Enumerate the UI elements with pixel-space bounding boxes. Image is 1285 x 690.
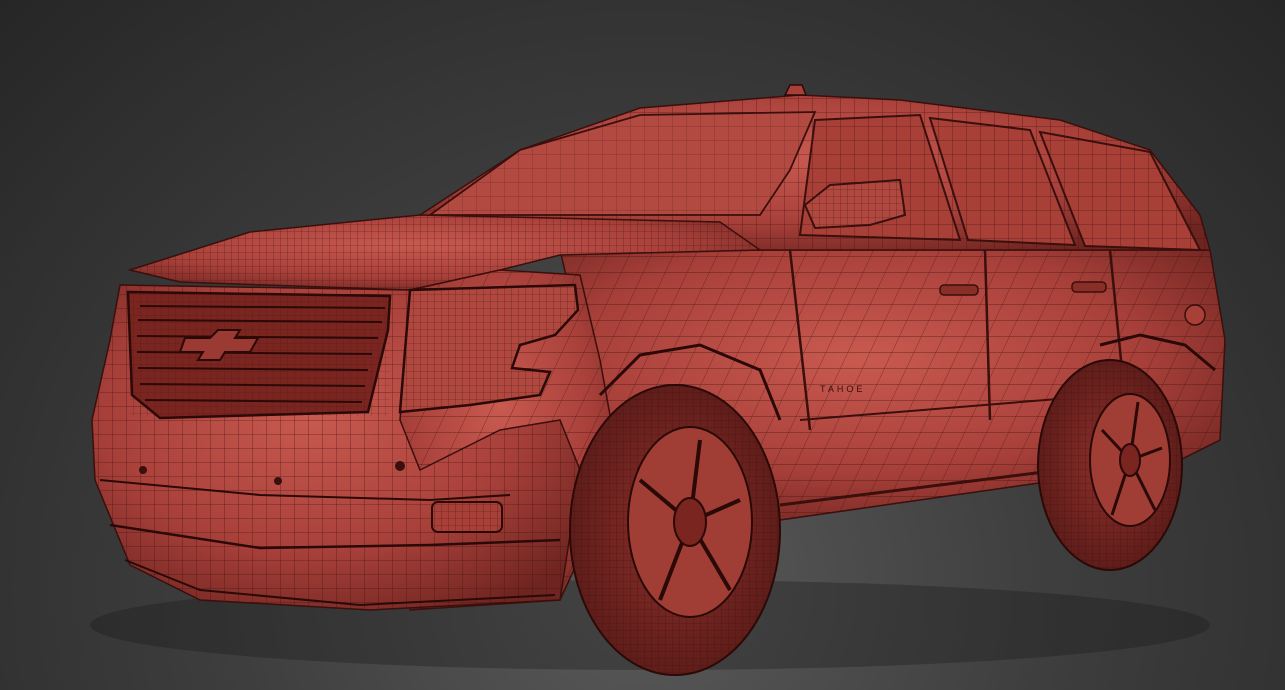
door-handle-front bbox=[939, 284, 979, 296]
3d-viewport[interactable]: TAHOE bbox=[0, 0, 1285, 690]
roof-antenna bbox=[783, 84, 808, 96]
rear-hub bbox=[1119, 443, 1141, 477]
parking-sensor bbox=[139, 466, 147, 474]
wireframe-car-model: TAHOE bbox=[90, 84, 1226, 676]
model-badge: TAHOE bbox=[820, 384, 865, 394]
door-handle-rear bbox=[1071, 281, 1107, 293]
fuel-cap bbox=[1184, 304, 1206, 326]
front-hub bbox=[673, 497, 707, 547]
parking-sensor bbox=[395, 461, 405, 471]
rear-wheel bbox=[1037, 359, 1183, 571]
parking-sensor bbox=[274, 477, 282, 485]
front-wheel bbox=[569, 384, 781, 676]
